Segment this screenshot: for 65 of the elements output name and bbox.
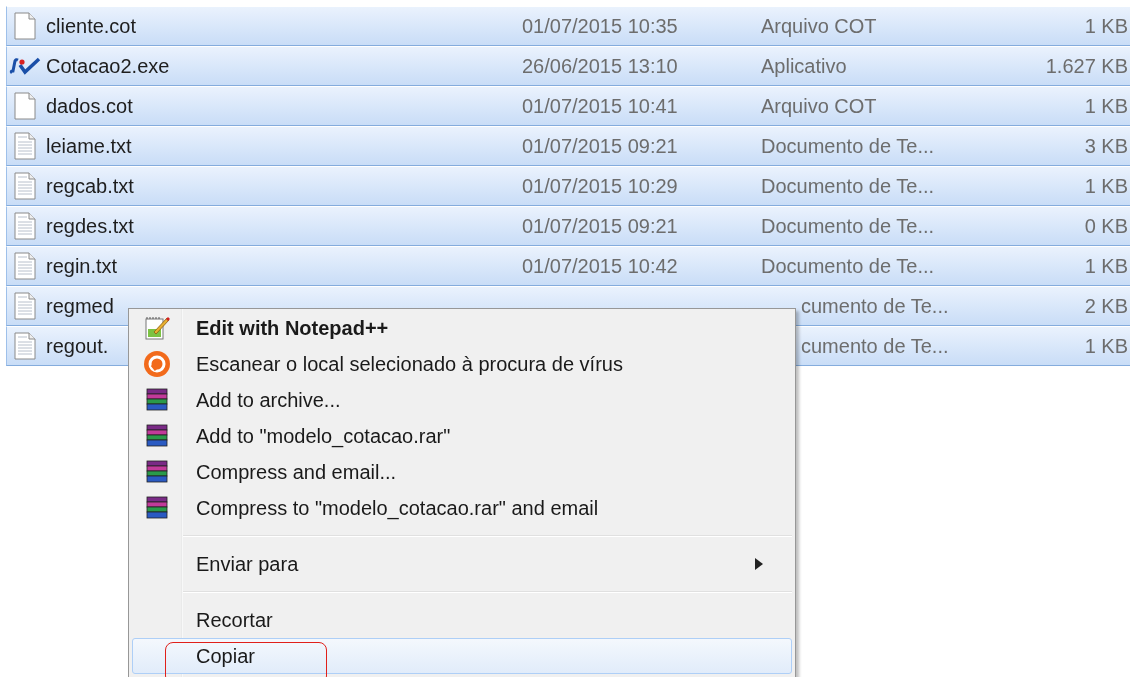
file-size: 1 KB	[1083, 334, 1129, 358]
file-date: 01/07/2015 09:21	[522, 214, 678, 237]
file-type: Documento de Te...	[761, 214, 935, 237]
file-name: regmed	[46, 294, 115, 318]
file-row[interactable]: regin.txt 01/07/2015 10:42 Documento de Te... 1 KB	[6, 246, 1130, 286]
books-stack-icon	[144, 424, 170, 448]
text-document-icon	[14, 212, 36, 240]
file-date: 01/07/2015 09:21	[522, 134, 678, 157]
text-document-icon	[14, 332, 36, 360]
file-size: 1 KB	[1083, 14, 1129, 38]
file-size: 1 KB	[1083, 254, 1129, 278]
file-type: Documento de Te...	[761, 174, 935, 197]
file-type: cumento de Te...	[801, 334, 949, 357]
notepad-pencil-icon	[144, 315, 170, 341]
file-date: 26/06/2015 13:10	[522, 54, 678, 77]
file-row[interactable]: regdes.txt 01/07/2015 09:21 Documento de Te... 0 KB	[6, 206, 1130, 246]
file-size: 2 KB	[1083, 294, 1129, 318]
menu-item[interactable]: Add to archive...	[132, 382, 792, 418]
file-date: 01/07/2015 10:29	[522, 174, 678, 197]
checkmark-icon	[9, 57, 41, 75]
file-size: 1.627 KB	[1044, 54, 1129, 78]
blank-document-icon	[14, 12, 36, 40]
text-document-icon	[14, 172, 36, 200]
menu-item[interactable]: Recortar	[132, 602, 792, 638]
submenu-arrow-icon	[755, 558, 763, 570]
file-row[interactable]: dados.cot 01/07/2015 10:41 Arquivo COT 1 KB	[6, 86, 1130, 126]
file-size: 0 KB	[1083, 214, 1129, 238]
file-name: cliente.cot	[46, 14, 138, 38]
menu-item[interactable]: Copiar	[132, 638, 792, 674]
file-type: Documento de Te...	[761, 134, 935, 157]
menu-item[interactable]: Add to "modelo_cotacao.rar"	[132, 418, 792, 454]
file-name: regout.	[46, 334, 110, 358]
file-row[interactable]: leiame.txt 01/07/2015 09:21 Documento de Te... 3 KB	[6, 126, 1130, 166]
file-row[interactable]: cliente.cot 01/07/2015 10:35 Arquivo COT 1 KB	[6, 6, 1130, 46]
file-row[interactable]: regcab.txt 01/07/2015 10:29 Documento de Te... 1 KB	[6, 166, 1130, 206]
blank-document-icon	[14, 92, 36, 120]
file-type: Documento de Te...	[761, 254, 935, 277]
file-row[interactable]: Cotacao2.exe 26/06/2015 13:10 Aplicativo 1.627 KB	[6, 46, 1130, 86]
ring-icon	[143, 350, 171, 378]
file-type: Arquivo COT	[761, 94, 877, 117]
file-name: regdes.txt	[46, 214, 135, 238]
file-type: cumento de Te...	[801, 294, 949, 317]
text-document-icon	[14, 292, 36, 320]
file-date: 01/07/2015 10:42	[522, 254, 678, 277]
file-name: dados.cot	[46, 94, 134, 118]
text-document-icon	[14, 132, 36, 160]
menu-item[interactable]: Compress and email...	[132, 454, 792, 490]
file-type: Arquivo COT	[761, 14, 877, 37]
menu-item[interactable]: Escanear o local selecionado à procura de vírus	[132, 346, 792, 382]
file-name: regin.txt	[46, 254, 119, 278]
file-name: regcab.txt	[46, 174, 135, 198]
menu-item[interactable]: Enviar para	[132, 546, 792, 582]
file-type: Aplicativo	[761, 54, 847, 77]
books-stack-icon	[144, 496, 170, 520]
text-document-icon	[14, 252, 36, 280]
file-size: 1 KB	[1083, 94, 1129, 118]
file-date: 01/07/2015 10:41	[522, 94, 678, 117]
file-name: Cotacao2.exe	[46, 54, 171, 78]
books-stack-icon	[144, 460, 170, 484]
file-size: 3 KB	[1083, 134, 1129, 158]
file-date: 01/07/2015 10:35	[522, 14, 678, 37]
books-stack-icon	[144, 388, 170, 412]
file-name: leiame.txt	[46, 134, 133, 158]
file-size: 1 KB	[1083, 174, 1129, 198]
menu-item[interactable]: Compress to "modelo_cotacao.rar" and email	[132, 490, 792, 526]
